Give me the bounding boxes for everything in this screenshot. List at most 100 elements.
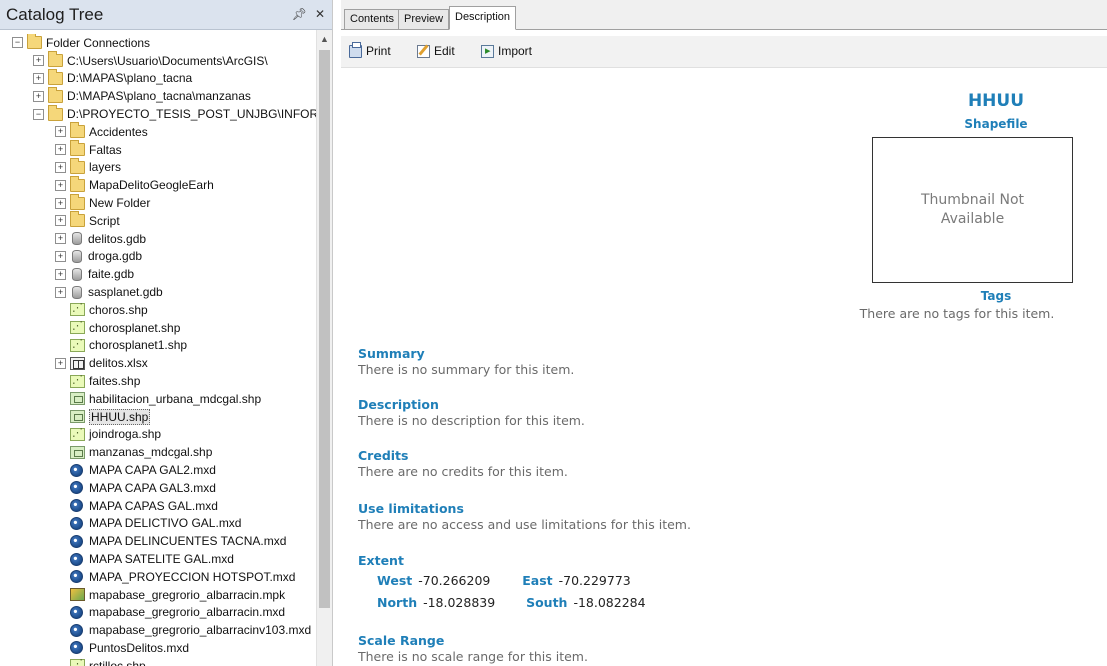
- tab-contents[interactable]: Contents: [344, 9, 401, 29]
- tree-item-label: layers: [89, 160, 122, 175]
- tree-item-label: MAPA DELINCUENTES TACNA.mxd: [89, 534, 287, 549]
- tree-item[interactable]: + faite.gdb: [0, 265, 316, 283]
- tree-item[interactable]: manzanas_mdcgal.shp: [0, 443, 316, 461]
- tree-item[interactable]: + D:\MAPAS\plano_tacna\manzanas: [0, 86, 316, 105]
- thumbnail-placeholder: Thumbnail Not Available: [920, 192, 1025, 227]
- print-label: Print: [366, 44, 391, 58]
- tree-item[interactable]: + layers: [0, 157, 316, 177]
- use-limitations-text: There are no access and use limitations …: [358, 517, 691, 532]
- collapse-icon[interactable]: −: [33, 108, 44, 120]
- edit-button[interactable]: Edit: [417, 44, 455, 58]
- tree-item[interactable]: MAPA CAPAS GAL.mxd: [0, 497, 316, 515]
- tab-description[interactable]: Description: [449, 6, 517, 30]
- tree-item[interactable]: MAPA DELINCUENTES TACNA.mxd: [0, 532, 316, 550]
- tree-item[interactable]: PuntosDelitos.mxd: [0, 639, 316, 657]
- tree-item-label: mapabase_gregrorio_albarracin.mxd: [89, 605, 286, 620]
- tree-item[interactable]: − D:\PROYECTO_TESIS_POST_UNJBG\INFORMI: [0, 104, 316, 123]
- tree-item[interactable]: mapabase_gregrorio_albarracinv103.mxd: [0, 621, 316, 639]
- item-viewer-pane: Contents Preview Description Print Edit …: [341, 0, 1107, 666]
- import-button[interactable]: Import: [481, 44, 532, 58]
- tree-item[interactable]: MAPA SATELITE GAL.mxd: [0, 550, 316, 568]
- tree-item-label: rctilloc.shp: [89, 658, 146, 666]
- folder-icon: [48, 51, 63, 68]
- extent-west-value: -70.266209: [418, 573, 491, 588]
- tree-item[interactable]: habilitacion_urbana_mdcgal.shp: [0, 390, 316, 408]
- tree-item[interactable]: + delitos.xlsx: [0, 354, 316, 372]
- tree-item[interactable]: + Accidentes: [0, 122, 316, 141]
- catalog-tree-title: Catalog Tree: [6, 5, 104, 24]
- catalog-tree-panel: Catalog Tree 📌︎ ✕ − Folder Connections + C:…: [0, 0, 333, 666]
- expand-icon[interactable]: +: [55, 197, 66, 209]
- panel-header-controls: 📌︎ ✕: [292, 7, 325, 21]
- point-shapefile-icon: [70, 426, 85, 441]
- tree-item[interactable]: + droga.gdb: [0, 248, 316, 266]
- expand-icon[interactable]: +: [55, 126, 66, 138]
- close-icon[interactable]: ✕: [315, 7, 325, 21]
- tree-item[interactable]: MAPA DELICTIVO GAL.mxd: [0, 515, 316, 533]
- expand-icon[interactable]: +: [55, 268, 66, 280]
- collapse-icon[interactable]: −: [12, 37, 23, 49]
- description-text: There is no description for this item.: [358, 413, 585, 428]
- tree-item-label: sasplanet.gdb: [88, 285, 163, 300]
- extent-east-label: East: [522, 573, 553, 588]
- expand-icon[interactable]: +: [33, 72, 44, 84]
- tree-item[interactable]: faites.shp: [0, 372, 316, 390]
- catalog-tree-scrollbar[interactable]: ▲: [316, 30, 332, 666]
- tree-item[interactable]: MAPA CAPA GAL3.mxd: [0, 479, 316, 497]
- use-limitations-heading: Use limitations: [358, 501, 464, 516]
- expand-icon[interactable]: +: [55, 144, 66, 156]
- expand-icon[interactable]: +: [33, 90, 44, 102]
- expand-icon[interactable]: +: [55, 233, 66, 245]
- expand-icon[interactable]: +: [55, 179, 66, 191]
- edit-icon: [417, 44, 430, 58]
- tree-item[interactable]: + D:\MAPAS\plano_tacna: [0, 68, 316, 88]
- tree-item[interactable]: MAPA_PROYECCION HOTSPOT.mxd: [0, 568, 316, 586]
- tree-item[interactable]: + sasplanet.gdb: [0, 283, 316, 301]
- tree-item[interactable]: − Folder Connections: [0, 34, 316, 52]
- tree-item[interactable]: choros.shp: [0, 301, 316, 319]
- tree-item[interactable]: + delitos.gdb: [0, 230, 316, 248]
- tree-item[interactable]: HHUU.shp: [0, 408, 316, 426]
- expand-icon[interactable]: +: [55, 161, 66, 173]
- expand-icon[interactable]: +: [55, 286, 66, 298]
- scale-range-heading: Scale Range: [358, 633, 445, 648]
- pin-icon[interactable]: 📌︎: [292, 7, 307, 21]
- tree-item[interactable]: + C:\Users\Usuario\Documents\ArcGIS\: [0, 51, 316, 70]
- tab-preview[interactable]: Preview: [398, 9, 450, 29]
- print-button[interactable]: Print: [349, 41, 391, 58]
- tree-item[interactable]: chorosplanet.shp: [0, 319, 316, 337]
- tree-item[interactable]: + Script: [0, 211, 316, 230]
- thumbnail-box: Thumbnail Not Available: [872, 137, 1073, 283]
- extent-row-north-south: North -18.028839 South -18.082284: [377, 595, 646, 610]
- tree-item-label: Faltas: [89, 142, 122, 157]
- scroll-up-icon[interactable]: ▲: [320, 34, 329, 44]
- expand-icon[interactable]: +: [33, 55, 44, 67]
- tree-item-label: MAPA CAPAS GAL.mxd: [89, 498, 218, 513]
- tags-text: There are no tags for this item.: [859, 306, 1055, 321]
- expand-icon[interactable]: +: [55, 250, 66, 262]
- folder-icon: [70, 211, 85, 228]
- expand-icon[interactable]: +: [55, 357, 66, 369]
- extent-heading: Extent: [358, 553, 404, 568]
- tree-item[interactable]: rctilloc.shp: [0, 657, 316, 666]
- extent-north-label: North: [377, 595, 418, 610]
- summary-text: There is no summary for this item.: [358, 362, 575, 377]
- scrollbar-thumb[interactable]: [319, 50, 330, 608]
- tree-item[interactable]: mapabase_gregrorio_albarracin.mpk: [0, 586, 316, 604]
- tree-item-label: MAPA_PROYECCION HOTSPOT.mxd: [89, 569, 296, 584]
- folder-icon: [70, 140, 85, 157]
- tree-item[interactable]: chorosplanet1.shp: [0, 337, 316, 355]
- tree-item[interactable]: + Faltas: [0, 140, 316, 159]
- map-document-icon: [70, 570, 83, 584]
- tree-item[interactable]: + MapaDelitoGeogleEarh: [0, 175, 316, 194]
- tree-item-label: D:\MAPAS\plano_tacna\manzanas: [67, 89, 251, 104]
- tree-item-label: MAPA DELICTIVO GAL.mxd: [89, 516, 242, 531]
- tree-item[interactable]: mapabase_gregrorio_albarracin.mxd: [0, 604, 316, 622]
- expand-icon[interactable]: +: [55, 215, 66, 227]
- catalog-tree: − Folder Connections + C:\Users\Usuario\Doc…: [0, 34, 316, 666]
- tree-item[interactable]: joindroga.shp: [0, 426, 316, 444]
- tree-item-label: droga.gdb: [88, 249, 143, 264]
- tree-item[interactable]: + New Folder: [0, 193, 316, 212]
- tree-item[interactable]: MAPA CAPA GAL2.mxd: [0, 461, 316, 479]
- import-label: Import: [498, 44, 533, 58]
